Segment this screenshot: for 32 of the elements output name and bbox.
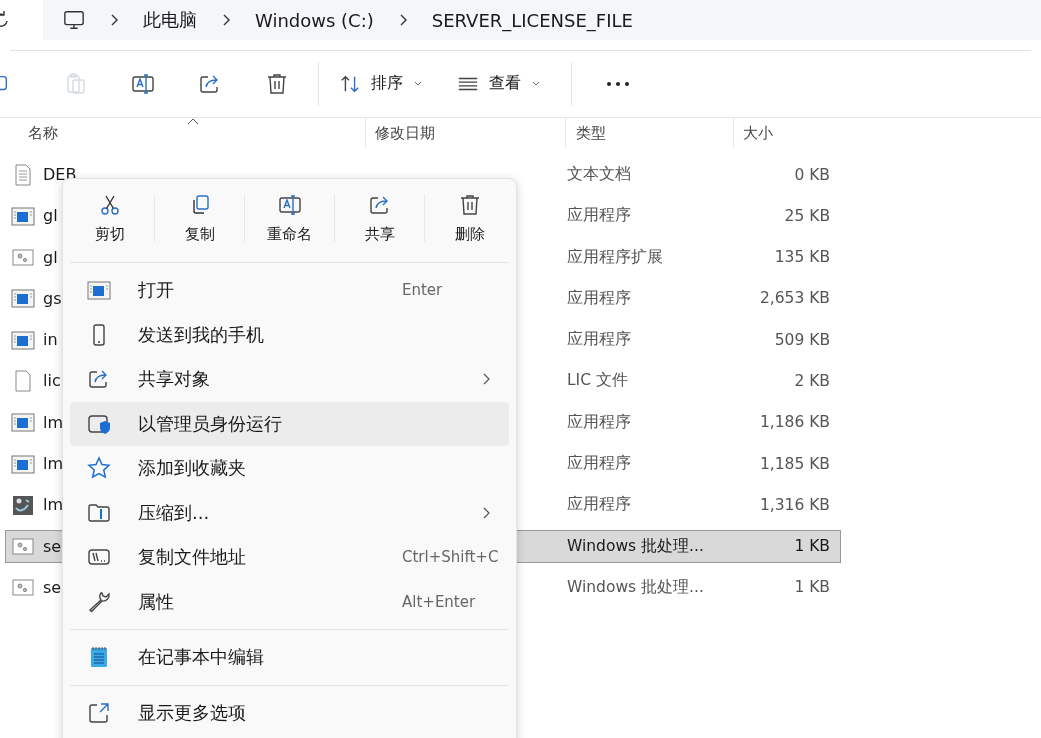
file-type: LIC 文件 (566, 371, 628, 390)
file-type: 应用程序 (566, 412, 631, 431)
file-size: 1 KB (794, 537, 830, 556)
file-size: 135 KB (774, 248, 830, 267)
file-name: gl (43, 247, 58, 267)
file-type: 应用程序 (566, 288, 631, 307)
file-type: 文本文档 (566, 165, 631, 183)
file-name: lm (43, 454, 64, 474)
file-size: 1,316 KB (759, 495, 830, 514)
file-size: 25 KB (784, 206, 830, 225)
file-size: 1,186 KB (759, 413, 830, 432)
file-name: lic (43, 371, 61, 391)
file-type: 应用程序 (566, 495, 631, 514)
file-name: lm (43, 495, 64, 515)
file-size: 509 KB (774, 330, 830, 349)
file-type: Windows 批处理... (566, 536, 704, 555)
file-type: Windows 批处理... (566, 577, 704, 596)
file-name: gl (43, 206, 58, 226)
file-size: 1 KB (794, 578, 830, 597)
file-size: 2,653 KB (759, 289, 830, 308)
file-name: se (43, 536, 62, 556)
file-type: 应用程序 (566, 454, 631, 473)
file-size: 0 KB (794, 165, 830, 184)
file-type: 应用程序扩展 (566, 247, 663, 266)
file-name: lm (43, 412, 64, 432)
file-type: 应用程序 (566, 330, 631, 349)
file-size: 1,185 KB (759, 454, 830, 473)
file-name: in (43, 330, 58, 350)
file-name: se (43, 577, 62, 597)
file-size: 2 KB (794, 372, 830, 390)
file-type: 应用程序 (566, 206, 631, 225)
file-name: gs (43, 288, 62, 308)
